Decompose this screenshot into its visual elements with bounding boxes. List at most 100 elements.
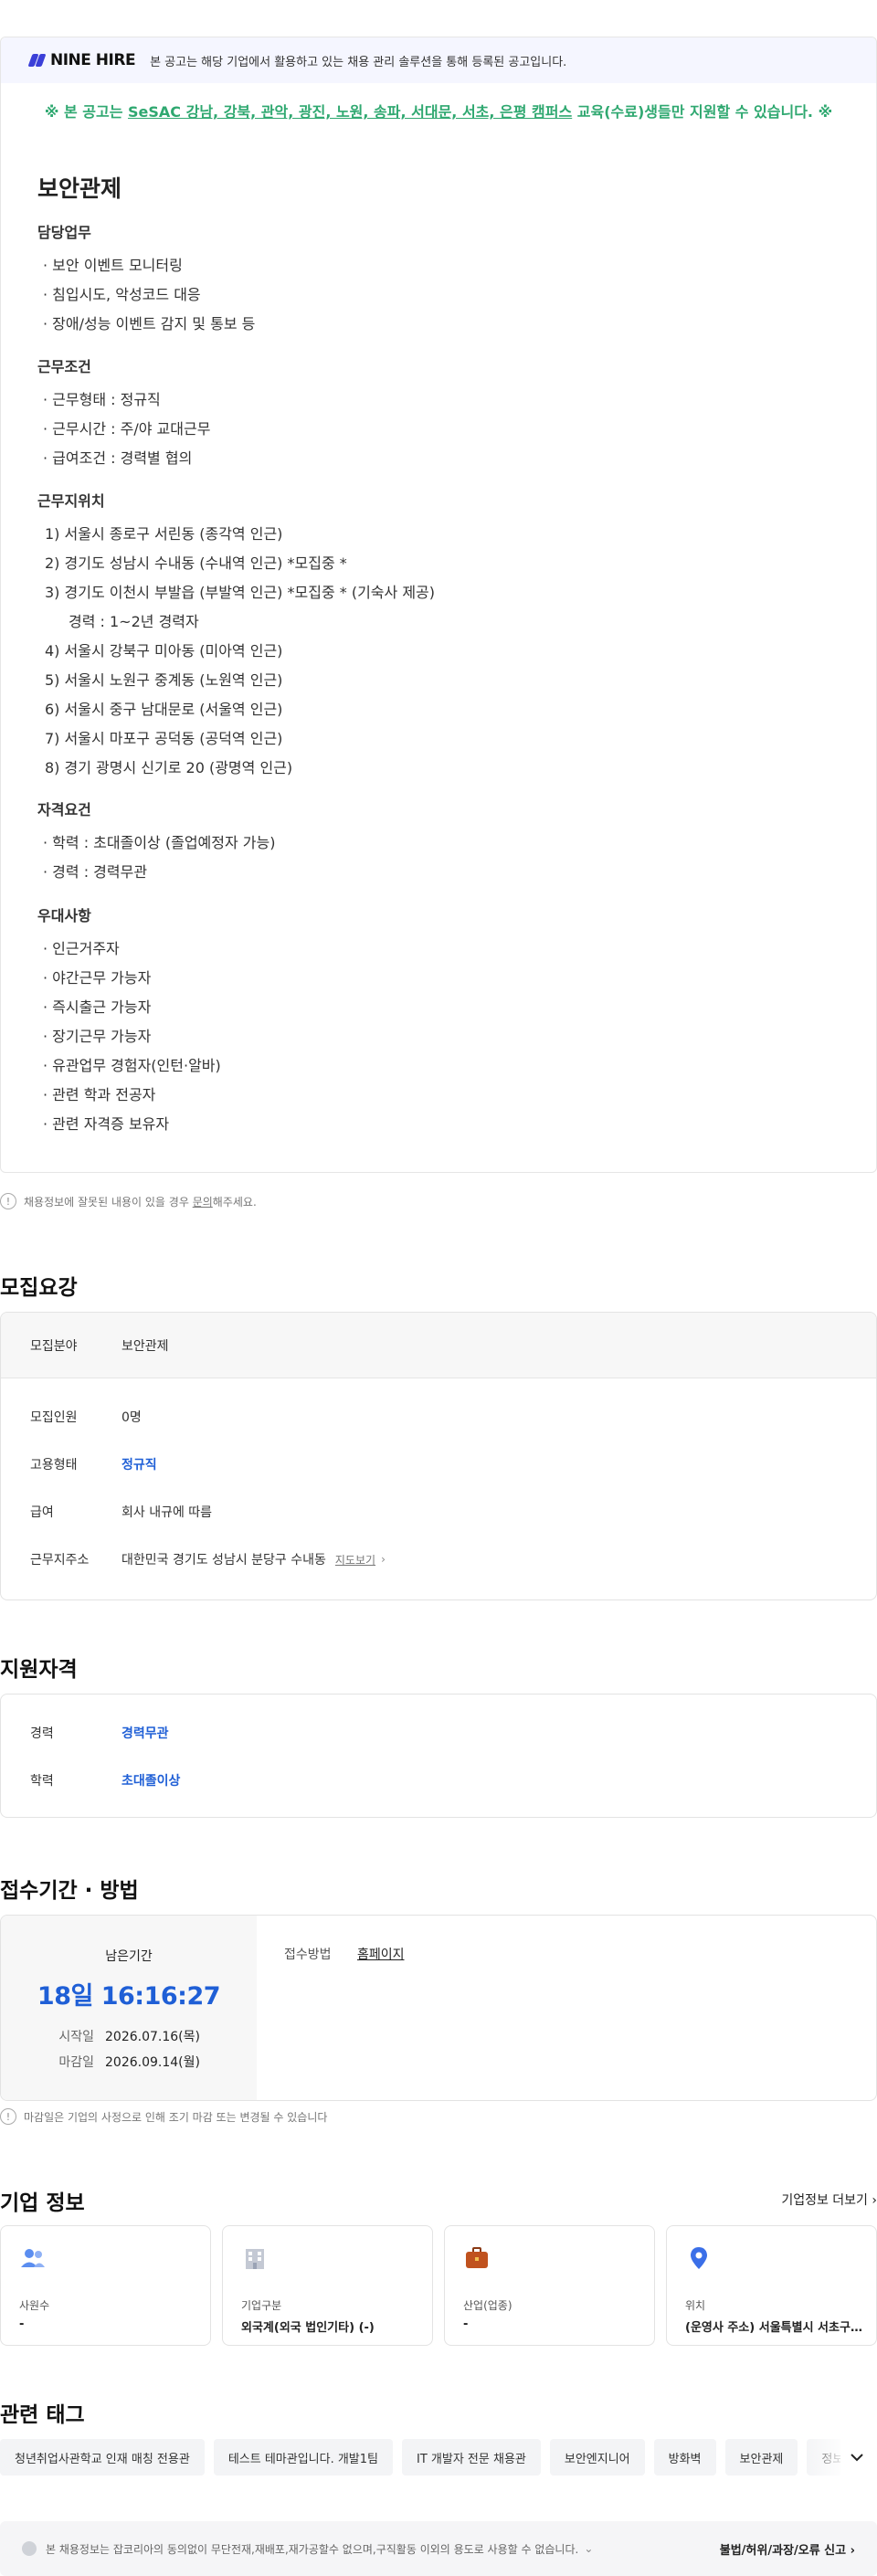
qualifications-title: 자격요건 xyxy=(37,801,91,818)
location-item: 2) 경기도 성남시 수내동 (수내역 인근) *모집중 * xyxy=(45,554,347,572)
conditions-list: · 근무형태 : 정규직 · 근무시간 : 주/야 교대근무 · 급여조건 : 경력… xyxy=(37,385,210,473)
recruit-field-row: 모집분야 보안관제 xyxy=(1,1313,876,1378)
location-item: 6) 서울시 중구 남대문로 (서울역 인근) xyxy=(45,701,283,718)
eligibility-box: 경력 경력무관 학력 초대졸이상 xyxy=(0,1694,877,1818)
end-date-row: 마감일 2026.09.14(월) xyxy=(58,2055,200,2070)
chevron-right-icon: › xyxy=(381,1553,386,1566)
deadline-note: ! 마감일은 기업의 사정으로 인해 조기 마감 또는 변경될 수 있습니다 xyxy=(0,2108,327,2125)
posting-detail-card: NINE HIRE 본 공고는 해당 기업에서 활용하고 있는 채용 관리 솔루… xyxy=(0,37,877,1173)
people-icon xyxy=(21,2249,45,2267)
location-item: 8) 경기 광명시 신기로 20 (광명역 인근) xyxy=(45,759,293,776)
inquiry-link[interactable]: 문의 xyxy=(193,1196,213,1209)
qualifications-section: 자격요건 · 학력 : 초대졸이상 (졸업예정자 가능) · 경력 : 경력무관 xyxy=(37,797,275,887)
chevron-right-icon: › xyxy=(872,2193,877,2208)
tag-chip[interactable]: 보안엔지니어 xyxy=(549,2439,645,2476)
homepage-link[interactable]: 홈페이지 xyxy=(357,1948,405,1962)
location-item: 4) 서울시 강북구 미아동 (미아역 인근) xyxy=(45,642,283,660)
career-row: 경력 경력무관 xyxy=(30,1726,169,1741)
company-more-link[interactable]: 기업정보 더보기 › xyxy=(781,2191,877,2209)
period-dates: 시작일 2026.07.16(목) 마감일 2026.09.14(월) xyxy=(1,2024,257,2075)
preference-item: · 즉시출근 가능자 xyxy=(43,998,152,1016)
copyright-bar: 본 채용정보는 잡코리아의 동의없이 무단전재,재배포,재가공할수 없으며,구직… xyxy=(0,2521,877,2576)
job-posting-page: NINE HIRE 본 공고는 해당 기업에서 활용하고 있는 채용 관리 솔루… xyxy=(0,0,877,2576)
ninehire-banner: NINE HIRE 본 공고는 해당 기업에서 활용하고 있는 채용 관리 솔루… xyxy=(1,37,876,83)
preference-item: · 관련 학과 전공자 xyxy=(43,1086,156,1103)
tags-list: 청년취업사관학교 인재 매칭 전용관 테스트 테마관입니다. 개발1팀 IT 개발자… xyxy=(0,2439,840,2476)
conditions-section: 근무조건 · 근무형태 : 정규직 · 근무시간 : 주/야 교대근무 · 급여조건… xyxy=(37,354,210,473)
eligibility-section-title: 지원자격 xyxy=(0,1658,78,1682)
remaining-countdown: 18일 16:16:27 xyxy=(37,1982,221,2011)
locations-section: 근무지위치 1) 서울시 종로구 서린동 (종각역 인근) 2) 경기도 성남시 … xyxy=(37,489,435,783)
qualification-item: · 학력 : 초대졸이상 (졸업예정자 가능) xyxy=(43,834,276,851)
campus-list: SeSAC 강남, 강북, 관악, 광진, 노원, 송파, 서대문, 서초, 은… xyxy=(128,103,573,121)
duties-title: 담당업무 xyxy=(37,224,91,241)
map-view-link[interactable]: 지도보기 xyxy=(335,1552,375,1568)
industry-card: 산업(업종) - xyxy=(444,2225,655,2346)
duties-section: 담당업무 · 보안 이벤트 모니터링 · 침입시도, 악성코드 대응 · 장애/성능… xyxy=(37,220,255,339)
jobkorea-icon xyxy=(22,2541,37,2556)
duty-item: · 보안 이벤트 모니터링 xyxy=(43,257,183,274)
location-item: 1) 서울시 종로구 서린동 (종각역 인근) xyxy=(45,525,283,543)
conditions-title: 근무조건 xyxy=(37,358,91,375)
building-icon xyxy=(246,2249,264,2269)
location-pin-icon xyxy=(691,2247,707,2269)
location-item: 3) 경기도 이천시 부발읍 (부발역 인근) *모집중 * (기숙사 제공) xyxy=(45,584,436,601)
qualifications-list: · 학력 : 초대졸이상 (졸업예정자 가능) · 경력 : 경력무관 xyxy=(37,829,275,887)
education-row: 학력 초대졸이상 xyxy=(30,1774,181,1789)
tag-chip[interactable]: 방화벽 xyxy=(653,2439,716,2476)
location-item: 5) 서울시 노원구 중계동 (노원역 인근) xyxy=(45,671,283,689)
employee-count-card: 사원수 - xyxy=(0,2225,211,2346)
employment-type-row: 고용형태 정규직 xyxy=(30,1458,157,1473)
briefcase-icon xyxy=(466,2247,488,2268)
preferences-list: · 인근거주자 · 야간근무 가능자 · 즉시출근 가능자 · 장기근무 가능자 · 유… xyxy=(37,934,221,1139)
ninehire-logo: NINE HIRE xyxy=(27,51,136,69)
preference-item: · 야간근무 가능자 xyxy=(43,969,152,987)
work-address-row: 근무지주소 대한민국 경기도 성남시 분당구 수내동 지도보기 › xyxy=(30,1552,386,1568)
recruit-section-title: 모집요강 xyxy=(0,1276,78,1300)
condition-item: · 근무형태 : 정규직 xyxy=(43,391,161,408)
location-item: 7) 서울시 마포구 공덕동 (공덕역 인근) xyxy=(45,730,283,747)
tag-chip[interactable]: 테스트 테마관입니다. 개발1팀 xyxy=(213,2439,394,2476)
preference-item: · 관련 자격증 보유자 xyxy=(43,1115,170,1133)
recruit-info-box: 모집분야 보안관제 모집인원 0명 고용형태 정규직 급여 회사 내규에 따름 … xyxy=(0,1312,877,1600)
duty-item: · 침입시도, 악성코드 대응 xyxy=(43,286,201,303)
tags-fade xyxy=(804,2439,877,2476)
company-type-card: 기업구분 외국계(외국 법인기타) (-) xyxy=(222,2225,433,2346)
remaining-time-panel: 남은기간 18일 16:16:27 시작일 2026.07.16(목) 마감일 20… xyxy=(1,1916,257,2100)
ninehire-notice: 본 공고는 해당 기업에서 활용하고 있는 채용 관리 솔루션을 통해 등록된 … xyxy=(150,55,567,69)
tag-chip[interactable]: 보안관제 xyxy=(724,2439,798,2476)
preference-item: · 인근거주자 xyxy=(43,940,120,957)
locations-list: 1) 서울시 종로구 서린동 (종각역 인근) 2) 경기도 성남시 수내동 (수… xyxy=(37,520,435,783)
recruit-count-row: 모집인원 0명 xyxy=(30,1410,142,1425)
preferences-section: 우대사항 · 인근거주자 · 야간근무 가능자 · 즉시출근 가능자 · 장기근무 가… xyxy=(37,903,221,1139)
qualification-item: · 경력 : 경력무관 xyxy=(43,863,148,881)
location-item: 경력 : 1~2년 경력자 xyxy=(69,613,199,630)
start-date-row: 시작일 2026.07.16(목) xyxy=(58,2030,200,2044)
report-abuse-link[interactable]: 불법/허위/과장/오류 신고 › xyxy=(720,2540,855,2558)
ninehire-logo-icon xyxy=(27,54,47,67)
chevron-down-icon[interactable]: ⌄ xyxy=(584,2542,593,2555)
company-info-cards: 사원수 - 기업구분 외국계(외국 법인기타) (-) 산업(업종) - 위치 … xyxy=(0,2225,877,2346)
preferences-title: 우대사항 xyxy=(37,907,91,924)
campus-notice: ※ 본 공고는 SeSAC 강남, 강북, 관악, 광진, 노원, 송파, 서대… xyxy=(44,103,833,121)
period-section-title: 접수기간 · 방법 xyxy=(0,1879,139,1903)
chevron-down-icon[interactable] xyxy=(848,2448,866,2466)
info-icon: ! xyxy=(0,2108,16,2125)
condition-item: · 근무시간 : 주/야 교대근무 xyxy=(43,420,211,438)
locations-title: 근무지위치 xyxy=(37,492,105,510)
application-period-box: 남은기간 18일 16:16:27 시작일 2026.07.16(목) 마감일 20… xyxy=(0,1915,877,2101)
location-card: 위치 (운영사 주소) 서울특별시 서초구 ... xyxy=(666,2225,877,2346)
duties-list: · 보안 이벤트 모니터링 · 침입시도, 악성코드 대응 · 장애/성능 이벤트 … xyxy=(37,251,255,339)
remaining-label: 남은기간 xyxy=(105,1949,153,1964)
company-section-title: 기업 정보 xyxy=(0,2191,85,2215)
tag-chip[interactable]: 청년취업사관학교 인재 매칭 전용관 xyxy=(0,2439,205,2476)
copyright-notice: 본 채용정보는 잡코리아의 동의없이 무단전재,재배포,재가공할수 없으며,구직… xyxy=(46,2542,579,2556)
application-method-panel: 접수방법 홈페이지 xyxy=(284,1948,405,1962)
tags-section-title: 관련 태그 xyxy=(0,2403,85,2427)
tag-chip[interactable]: IT 개발자 전문 채용관 xyxy=(402,2439,541,2476)
info-icon: ! xyxy=(0,1193,16,1209)
report-error-line: ! 채용정보에 잘못된 내용이 있을 경우 문의해주세요. xyxy=(0,1193,257,1209)
salary-row: 급여 회사 내규에 따름 xyxy=(30,1505,213,1520)
condition-item: · 급여조건 : 경력별 협의 xyxy=(43,449,193,467)
preference-item: · 장기근무 가능자 xyxy=(43,1028,152,1045)
